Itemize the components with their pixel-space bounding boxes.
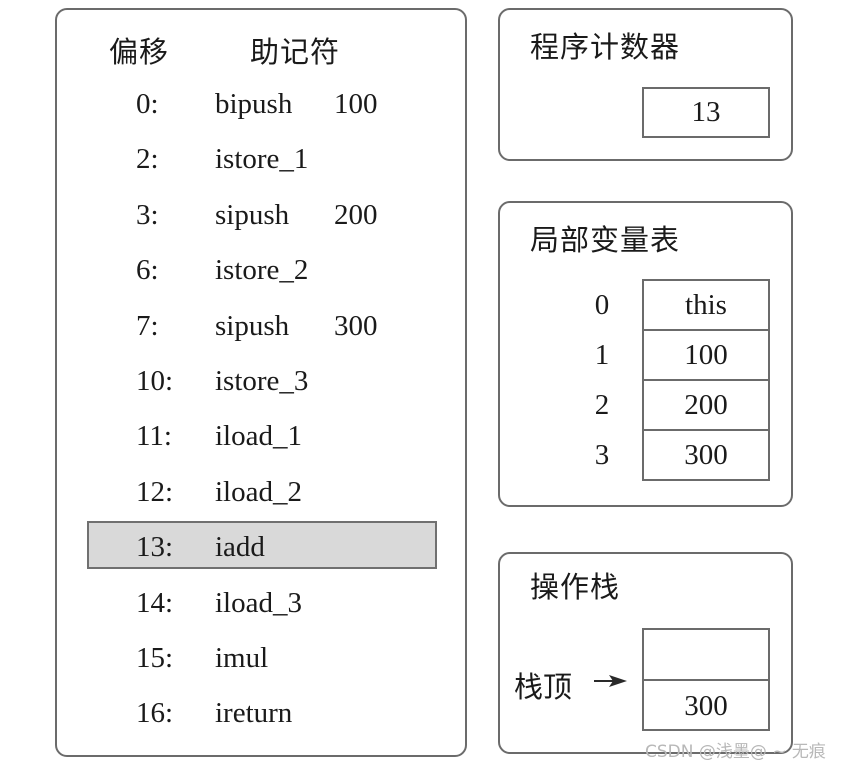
instruction-row-current: 13: iadd bbox=[87, 521, 437, 570]
instruction-opcode: iload_3 bbox=[215, 586, 302, 619]
instruction-opcode: bipush bbox=[215, 88, 293, 120]
instruction-offset: 14: bbox=[136, 586, 174, 619]
local-variable-index: 1 bbox=[594, 339, 610, 371]
instruction-operand: 200 bbox=[334, 198, 378, 231]
instruction-offset: 12: bbox=[136, 475, 174, 508]
instruction-opcode: istore_3 bbox=[215, 365, 309, 397]
instruction-opcode: ireturn bbox=[215, 697, 293, 730]
instruction-row: 11: iload_1 bbox=[87, 412, 437, 460]
instruction-row: 2: istore_1 bbox=[87, 135, 437, 183]
instruction-offset: 10: bbox=[136, 365, 174, 397]
instruction-row: 6: istore_2 bbox=[87, 246, 437, 294]
operand-stack-slot-top bbox=[644, 630, 768, 681]
instruction-row: 15: imul bbox=[87, 634, 437, 682]
operand-stack-title: 操作栈 bbox=[530, 570, 621, 604]
stack-top-label: 栈顶 bbox=[514, 670, 573, 704]
local-variable-index: 2 bbox=[594, 389, 610, 421]
local-variable-index: 3 bbox=[594, 439, 610, 471]
instruction-row: 16: ireturn bbox=[87, 689, 437, 737]
program-counter-value: 13 bbox=[642, 87, 770, 138]
instruction-offset: 6: bbox=[136, 254, 159, 287]
program-counter-title: 程序计数器 bbox=[530, 30, 681, 64]
instruction-opcode: istore_1 bbox=[215, 143, 309, 176]
instruction-opcode: sipush bbox=[215, 198, 290, 231]
offset-header: 偏移 bbox=[109, 35, 170, 69]
operand-stack: 300 bbox=[642, 628, 770, 731]
instruction-offset: 16: bbox=[136, 697, 174, 730]
instruction-opcode: iload_2 bbox=[215, 475, 302, 508]
local-variable-table: this 100 200 300 bbox=[642, 279, 770, 481]
local-variable-slot: 200 bbox=[644, 381, 768, 431]
local-variable-slot: this bbox=[644, 281, 768, 331]
instruction-offset: 11: bbox=[136, 420, 172, 453]
instruction-offset: 0: bbox=[136, 88, 159, 120]
bytecode-panel: 偏移 助记符 0: bipush 100 2: istore_1 3: sipush 200 6… bbox=[55, 8, 467, 757]
watermark: CSDN @浅墨@ ~ 无痕 bbox=[645, 742, 826, 762]
operand-stack-slot: 300 bbox=[684, 690, 728, 722]
instruction-offset: 7: bbox=[136, 309, 159, 342]
instruction-opcode: iload_1 bbox=[215, 420, 302, 453]
mnemonic-header: 助记符 bbox=[250, 35, 341, 69]
instruction-row: 12: iload_2 bbox=[87, 468, 437, 516]
instruction-operand: 300 bbox=[334, 309, 378, 342]
instruction-offset: 3: bbox=[136, 198, 159, 231]
instruction-row: 3: sipush 200 bbox=[87, 191, 437, 239]
instruction-row: 0: bipush 100 bbox=[87, 80, 437, 128]
instruction-row: 10: istore_3 bbox=[87, 357, 437, 405]
local-variable-slot: 100 bbox=[644, 331, 768, 381]
instruction-offset: 13: bbox=[136, 531, 174, 564]
local-variable-table-title: 局部变量表 bbox=[530, 223, 681, 257]
local-variable-index: 0 bbox=[594, 289, 610, 321]
instruction-offset: 2: bbox=[136, 143, 159, 176]
local-variable-table-panel: 局部变量表 0 1 2 3 this 100 200 300 bbox=[498, 201, 793, 507]
instruction-opcode: sipush bbox=[215, 309, 290, 342]
program-counter-panel: 程序计数器 13 bbox=[498, 8, 793, 161]
instruction-opcode: imul bbox=[215, 642, 269, 674]
right-arrow-icon bbox=[594, 675, 627, 687]
instruction-opcode: iadd bbox=[215, 531, 265, 564]
instruction-operand: 100 bbox=[334, 88, 378, 120]
instruction-offset: 15: bbox=[136, 642, 174, 674]
local-variable-slot: 300 bbox=[684, 439, 728, 471]
instruction-row: 7: sipush 300 bbox=[87, 302, 437, 350]
instruction-row: 14: iload_3 bbox=[87, 579, 437, 627]
operand-stack-panel: 操作栈 栈顶 300 bbox=[498, 552, 793, 754]
instruction-opcode: istore_2 bbox=[215, 254, 309, 287]
